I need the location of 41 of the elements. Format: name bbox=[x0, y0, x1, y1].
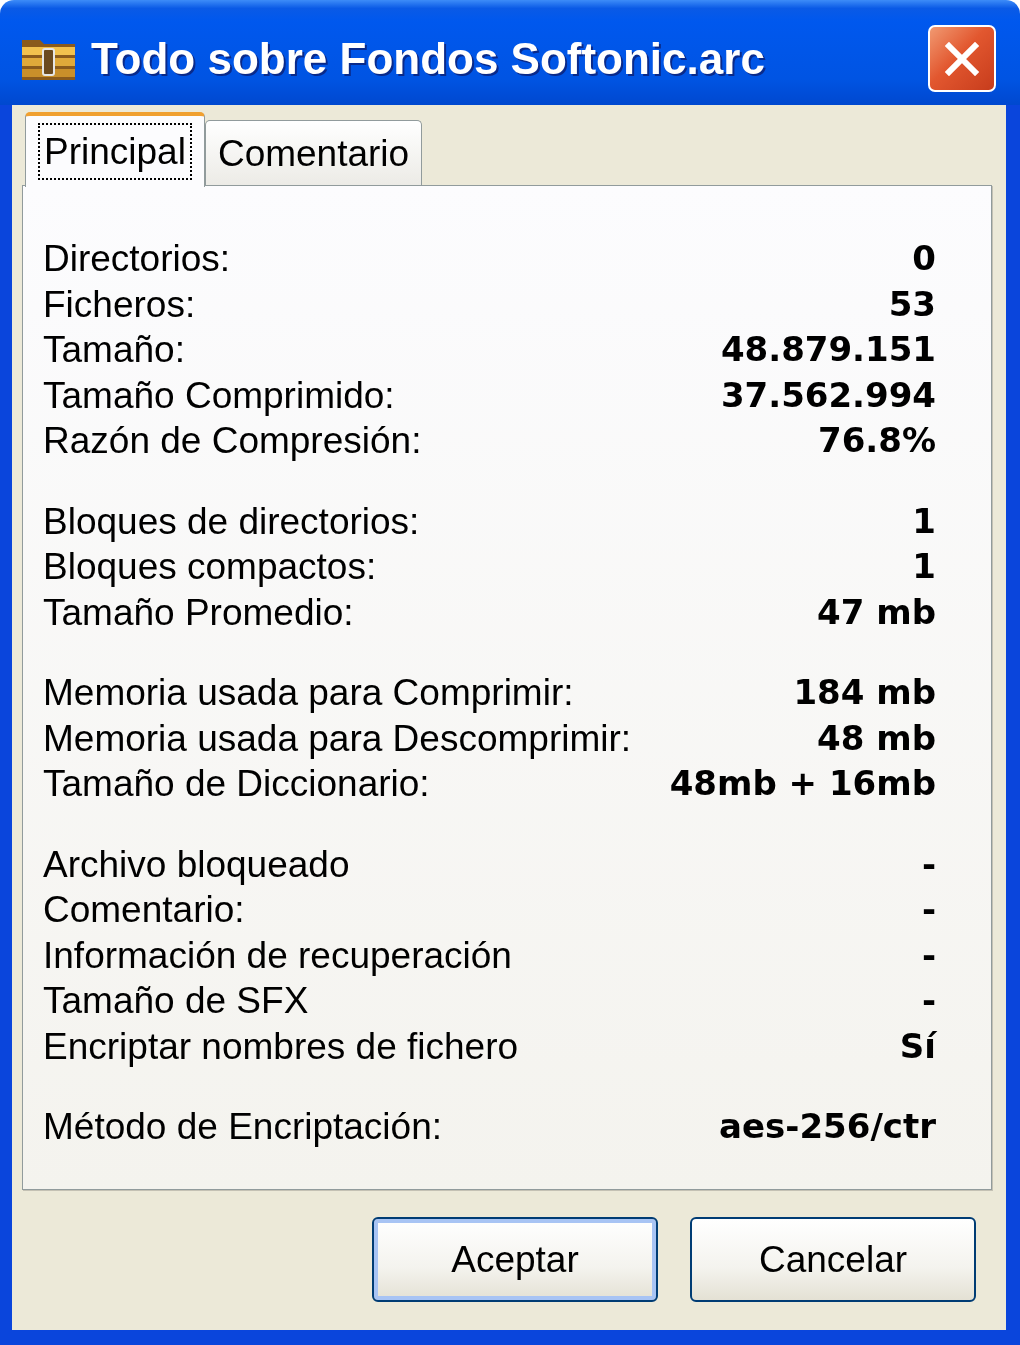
field-value: 47 mb bbox=[817, 590, 936, 634]
field-label: Directorios: bbox=[43, 237, 231, 282]
field-value: 1 bbox=[912, 545, 936, 589]
field-label: Información de recuperación bbox=[43, 933, 512, 978]
field-value: 53 bbox=[888, 282, 936, 326]
field-value: - bbox=[921, 933, 936, 977]
tab[interactable]: Principal bbox=[25, 112, 205, 187]
field-value: - bbox=[921, 979, 936, 1023]
field-value: 48 mb bbox=[817, 716, 936, 760]
field-label: Memoria usada para Comprimir: bbox=[43, 671, 574, 716]
field-label: Memoria usada para Descomprimir: bbox=[43, 716, 632, 761]
field-label: Tamaño de SFX bbox=[43, 979, 309, 1024]
field-value: - bbox=[921, 842, 936, 886]
tab[interactable]: Comentario bbox=[204, 120, 423, 185]
field-label: Comentario: bbox=[43, 888, 245, 933]
field-value: Sí bbox=[899, 1024, 936, 1068]
field-value: aes-256/ctr bbox=[719, 1105, 936, 1149]
field-label: Ficheros: bbox=[43, 282, 196, 327]
window-title: Todo sobre Fondos Softonic.arc bbox=[91, 36, 765, 81]
field-label: Razón de Compresión: bbox=[43, 419, 422, 464]
field-value: 48.879.151 bbox=[720, 328, 936, 372]
field-label: Bloques de directorios: bbox=[43, 499, 420, 544]
field-value: 0 bbox=[912, 237, 936, 281]
field-label: Método de Encriptación: bbox=[43, 1105, 442, 1150]
field-label: Tamaño Promedio: bbox=[43, 590, 354, 635]
field-label: Encriptar nombres de fichero bbox=[43, 1024, 519, 1069]
field-value: 76.8% bbox=[818, 419, 936, 463]
field-value: 184 mb bbox=[793, 671, 936, 715]
field-value: 37.562.994 bbox=[720, 373, 936, 417]
accept-button[interactable]: Aceptar bbox=[372, 1217, 658, 1302]
field-label: Tamaño Comprimido: bbox=[43, 373, 395, 418]
field-value: 1 bbox=[912, 499, 936, 543]
field-value: 48mb + 16mb bbox=[669, 762, 936, 806]
close-icon bbox=[945, 41, 979, 76]
field-label: Bloques compactos: bbox=[43, 545, 377, 590]
field-label: Tamaño: bbox=[43, 328, 185, 373]
field-value: - bbox=[921, 888, 936, 932]
field-label: Archivo bloqueado bbox=[43, 842, 350, 887]
cancel-button[interactable]: Cancelar bbox=[690, 1217, 976, 1302]
field-label: Tamaño de Diccionario: bbox=[43, 762, 430, 807]
close-button[interactable] bbox=[928, 25, 996, 92]
